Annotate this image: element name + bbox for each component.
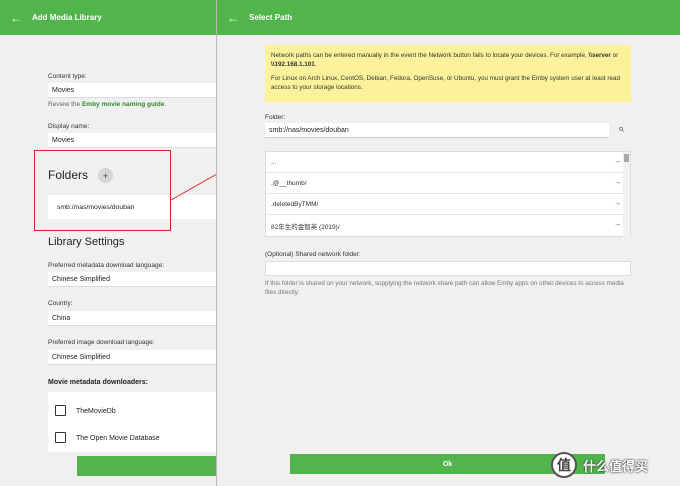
- folder-row[interactable]: 82年生的金智英 (2019)/ →: [266, 215, 625, 236]
- watermark-text: 什么值得买: [583, 458, 649, 474]
- folder-row[interactable]: ... →: [266, 152, 625, 173]
- network-path-notice: Network paths can be entered manually in…: [265, 45, 631, 102]
- folder-label: Folder:: [265, 114, 286, 121]
- watermark: 值 什么值得买: [551, 452, 648, 478]
- folder-row-name: .deletedByTMM/: [271, 200, 319, 208]
- notice-or: or: [610, 52, 619, 59]
- watermark-logo-icon: 值: [551, 452, 577, 478]
- folder-path-input[interactable]: smb://nas/movies/douban: [265, 123, 609, 138]
- shared-folder-hint: If this folder is shared on your network…: [265, 280, 624, 296]
- folder-list-scrollbar[interactable]: [623, 152, 630, 238]
- select-path-dialog: ← Select Path Network paths can be enter…: [216, 0, 680, 486]
- folder-row[interactable]: .deletedByTMM/ →: [266, 194, 625, 215]
- notice-text-1: Network paths can be entered manually in…: [271, 52, 589, 59]
- notice-ip: \\192.168.1.101: [271, 61, 315, 68]
- notice-paragraph-1: Network paths can be entered manually in…: [271, 51, 625, 69]
- scrollbar-thumb[interactable]: [624, 154, 629, 162]
- shared-folder-label: (Optional) Shared network folder:: [265, 251, 361, 258]
- select-path-header: ← Select Path: [217, 0, 680, 35]
- select-path-title: Select Path: [249, 13, 293, 22]
- back-arrow-icon[interactable]: ←: [227, 12, 239, 24]
- search-icon[interactable]: ⌕: [614, 122, 628, 136]
- arrow-right-icon: →: [614, 221, 621, 228]
- folder-row[interactable]: .@__thumb/ →: [266, 173, 625, 194]
- shared-folder-input[interactable]: [265, 261, 631, 276]
- folder-row-name: .@__thumb/: [271, 179, 307, 187]
- folder-browser-list: ... → .@__thumb/ → .deletedByTMM/ → 82年生的金智…: [265, 151, 631, 238]
- folder-row-name: 82年生的金智英 (2019)/: [271, 223, 340, 231]
- folder-row-name: ...: [271, 158, 277, 166]
- notice-end: .: [314, 61, 317, 68]
- arrow-right-icon: →: [614, 158, 621, 165]
- notice-server: \\server: [588, 52, 611, 59]
- arrow-right-icon: →: [614, 200, 621, 207]
- arrow-right-icon: →: [614, 179, 621, 186]
- notice-paragraph-2: For Linux on Arch Linux, CentOS, Debian,…: [271, 75, 620, 91]
